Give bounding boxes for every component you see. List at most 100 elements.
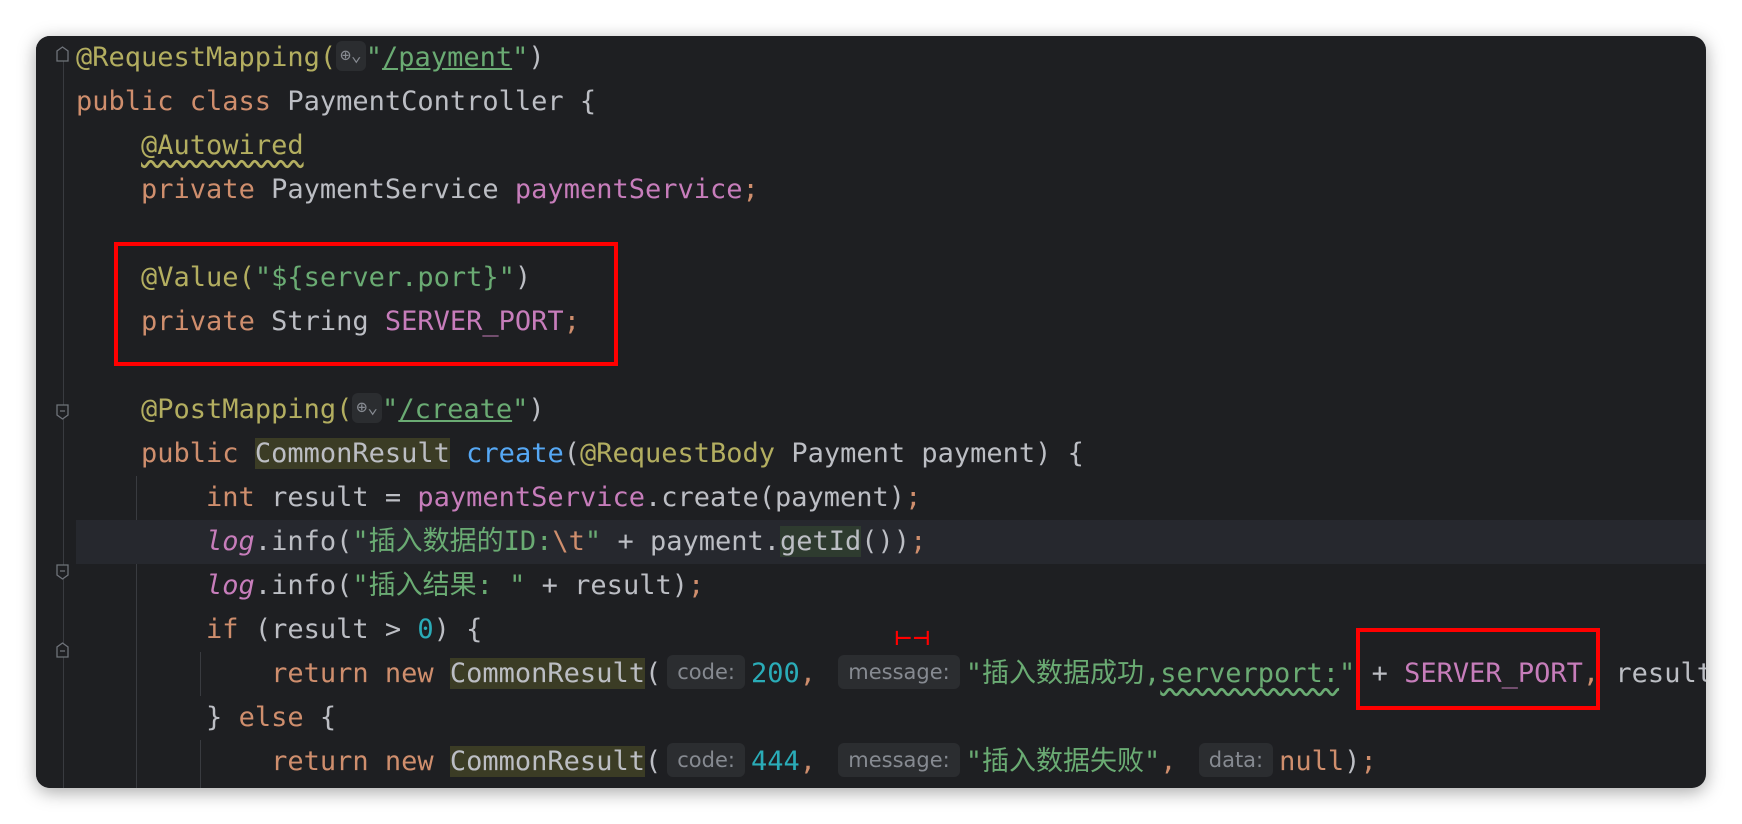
highlight-box-server-port-usage — [1356, 628, 1600, 710]
code-token: , — [1160, 746, 1193, 777]
code-token: , — [799, 746, 833, 777]
code-editor[interactable]: @RequestMapping(⊕⌄ "/payment") public clas… — [36, 36, 1706, 788]
code-token: 444 — [750, 746, 800, 777]
code-token: return new — [271, 658, 450, 689]
code-token: "插入数据失败" — [965, 746, 1161, 777]
code-token: ; — [687, 570, 705, 601]
code-token: getId — [780, 526, 862, 557]
code-token: ; — [742, 174, 759, 205]
code-token: ) — [1344, 746, 1361, 777]
code-token: 200 — [750, 658, 800, 689]
fold-else-icon[interactable] — [56, 642, 69, 658]
code-token: "插入结果: " — [352, 570, 526, 601]
code-token: " — [512, 394, 529, 425]
code-line[interactable]: private PaymentService paymentService; — [76, 168, 1706, 212]
fold-method-icon[interactable] — [56, 404, 69, 420]
code-token: @Autowired — [141, 130, 304, 161]
code-token: " — [512, 42, 529, 73]
parameter-hint: data: — [1198, 742, 1274, 777]
code-token: ) — [528, 42, 545, 73]
code-line[interactable]: log.info("插入数据的ID:\t" + payment.getId())… — [76, 520, 1706, 564]
code-token: result) — [1615, 658, 1706, 689]
code-token: " — [365, 42, 383, 73]
code-token: @RequestBody — [579, 438, 792, 469]
code-token: Payment payment) { — [791, 438, 1084, 469]
parameter-hint: message: — [838, 742, 960, 777]
code-line[interactable]: public CommonResult create(@RequestBody … — [76, 432, 1706, 476]
code-token: .info( — [254, 570, 353, 601]
code-token: PaymentController { — [287, 86, 597, 117]
code-token: null — [1279, 746, 1345, 777]
code-token: , — [799, 658, 833, 689]
code-token: create — [466, 438, 564, 469]
code-token: (result > — [254, 614, 418, 645]
code-token: paymentService — [514, 174, 743, 205]
code-token: CommonResult — [449, 746, 645, 777]
editor-gutter — [36, 36, 76, 788]
code-token: ; — [905, 482, 922, 513]
code-token: ( — [644, 746, 662, 777]
code-token: serverport: — [1160, 658, 1340, 689]
code-token: .info( — [254, 526, 353, 557]
code-token: 0 — [417, 614, 434, 645]
code-token: result = — [271, 482, 418, 513]
code-token: PaymentService — [271, 174, 515, 205]
code-token: "插入数据成功, — [965, 658, 1161, 689]
code-token: { — [319, 702, 337, 733]
fold-start-icon[interactable] — [56, 46, 69, 62]
code-token: /create — [398, 394, 513, 425]
code-token: " — [382, 394, 399, 425]
code-token: + payment. — [601, 526, 780, 557]
code-token: @PostMapping( — [141, 394, 353, 425]
parameter-hint: code: — [667, 654, 745, 689]
code-token: else — [238, 702, 320, 733]
code-line[interactable]: int result = paymentService.create(payme… — [76, 476, 1706, 520]
code-line[interactable]: @PostMapping(⊕⌄ "/create") — [76, 388, 1706, 432]
code-token: \t — [552, 526, 585, 557]
code-token: public class — [76, 86, 288, 117]
code-line[interactable]: @Autowired — [76, 124, 1706, 168]
code-token: paymentService — [417, 482, 645, 513]
code-token: + result) — [525, 570, 688, 601]
code-token: ( — [644, 658, 662, 689]
code-token: " — [584, 526, 602, 557]
code-token: ( — [563, 438, 580, 469]
code-token: log — [206, 526, 255, 557]
code-token: ()) — [861, 526, 911, 557]
code-line[interactable]: log.info("插入结果: " + result); — [76, 564, 1706, 608]
code-token: CommonResult — [254, 438, 450, 469]
code-token: private — [141, 174, 272, 205]
code-token: ) { — [433, 614, 483, 645]
red-marker-icon: ⊢⊣ — [894, 626, 931, 650]
code-token: ) — [528, 394, 545, 425]
code-line[interactable]: public class PaymentController { — [76, 80, 1706, 124]
code-token: "插入数据的ID: — [352, 526, 553, 557]
code-line[interactable]: @RequestMapping(⊕⌄ "/payment") — [76, 36, 1706, 80]
code-token: int — [206, 482, 272, 513]
parameter-hint: message: — [838, 654, 960, 689]
code-token: ; — [1360, 746, 1377, 777]
code-token: /payment — [382, 42, 513, 73]
code-token: public — [141, 438, 255, 469]
code-token: " — [1339, 658, 1356, 689]
code-token: } — [76, 702, 239, 733]
highlight-box-server-port-field — [114, 242, 618, 366]
code-token: .create(payment) — [644, 482, 906, 513]
code-token: log — [206, 570, 255, 601]
code-token: if — [206, 614, 255, 645]
code-line[interactable]: return new CommonResult(code: 444, messag… — [76, 740, 1706, 784]
code-token: return new — [271, 746, 450, 777]
fold-if-icon[interactable] — [56, 564, 69, 580]
parameter-hint: code: — [667, 742, 745, 777]
